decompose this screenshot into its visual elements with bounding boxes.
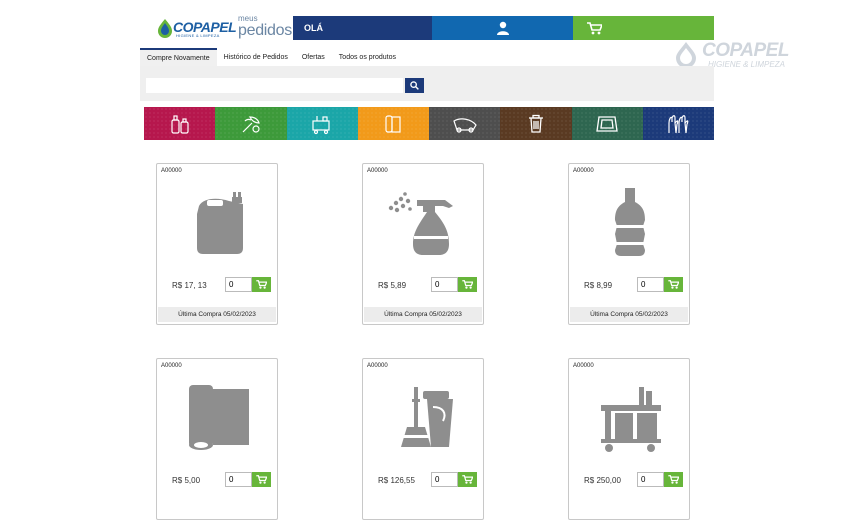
category-bar xyxy=(144,107,714,140)
pedidos-label: pedidos xyxy=(238,22,292,39)
product-code: A00000 xyxy=(161,363,182,369)
greeting: OLÁ xyxy=(293,16,432,40)
top-bar: OLÁ xyxy=(293,16,714,40)
quantity-input[interactable] xyxy=(431,277,458,292)
logo-subtitle: HIGIENE & LIMPEZA xyxy=(176,33,220,38)
add-to-cart-button[interactable] xyxy=(664,277,683,292)
category-cleaning-cart[interactable] xyxy=(286,107,358,140)
tab-todos-os-produtos[interactable]: Todos os produtos xyxy=(332,48,403,66)
product-price: R$ 250,00 xyxy=(584,476,621,485)
meus-pedidos-logo[interactable]: meus pedidos xyxy=(238,15,292,39)
category-paper[interactable] xyxy=(357,107,429,140)
product-code: A00000 xyxy=(161,168,182,174)
watermark-subtitle: HIGIENE & LIMPEZA xyxy=(708,60,785,69)
cart-icon xyxy=(587,21,602,34)
product-code: A00000 xyxy=(573,363,594,369)
cart-icon xyxy=(462,280,473,289)
garden-icon xyxy=(242,115,260,133)
product-price: R$ 5,00 xyxy=(172,476,201,485)
search-icon xyxy=(410,81,419,90)
jerrycan-icon xyxy=(197,192,243,254)
product-price: R$ 5,89 xyxy=(378,281,407,290)
user-button[interactable] xyxy=(432,16,573,40)
last-purchase: Última Compra 05/02/2023 xyxy=(158,307,276,322)
category-gloves[interactable] xyxy=(642,107,714,140)
paper-towel-icon xyxy=(189,385,249,450)
mop-bucket-icon xyxy=(401,387,453,447)
last-purchase: Última Compra 05/02/2023 xyxy=(364,307,482,322)
category-trash[interactable] xyxy=(500,107,572,140)
search-button[interactable] xyxy=(405,78,424,93)
product-code: A00000 xyxy=(367,168,388,174)
user-icon xyxy=(496,21,509,35)
add-to-cart-button[interactable] xyxy=(458,277,477,292)
floor-machine-icon xyxy=(452,117,477,133)
cleaning-cart-icon xyxy=(312,115,330,134)
paper-roll-icon xyxy=(385,114,401,133)
tray-icon xyxy=(596,115,618,132)
product-code: A00000 xyxy=(367,363,388,369)
bottles-icon xyxy=(171,114,189,134)
logo-drop-icon xyxy=(158,19,172,38)
product-card[interactable]: A00000 R$ 5,00 xyxy=(156,358,278,520)
tab-ofertas[interactable]: Ofertas xyxy=(295,48,332,66)
add-to-cart-button[interactable] xyxy=(252,277,271,292)
cart-icon xyxy=(256,280,267,289)
product-card[interactable]: A00000 R$ 8,99 Última Compra 05/02/2023 xyxy=(568,163,690,325)
product-card[interactable]: A00000 R$ 250,00 xyxy=(568,358,690,520)
quantity-input[interactable] xyxy=(637,277,664,292)
tab-bar: Compre Novamente Histórico de Pedidos Of… xyxy=(140,48,403,66)
category-garden[interactable] xyxy=(215,107,287,140)
product-price: R$ 126,55 xyxy=(378,476,415,485)
category-trays[interactable] xyxy=(571,107,643,140)
gloves-icon xyxy=(668,114,689,133)
spray-bottle-icon xyxy=(388,192,453,255)
detergent-bottle-icon xyxy=(615,188,645,256)
cart-icon xyxy=(668,280,679,289)
search-input[interactable] xyxy=(146,78,403,93)
product-card[interactable]: A00000 R$ 126,55 xyxy=(362,358,484,520)
product-card[interactable]: A00000 R$ 17, 13 Última Compra 05/02/202… xyxy=(156,163,278,325)
tab-compre-novamente[interactable]: Compre Novamente xyxy=(140,48,217,66)
product-code: A00000 xyxy=(573,168,594,174)
category-bottles[interactable] xyxy=(144,107,216,140)
watermark-name: COPAPEL xyxy=(702,40,789,61)
greeting-text: OLÁ xyxy=(304,23,323,33)
quantity-input[interactable] xyxy=(225,277,252,292)
product-price: R$ 8,99 xyxy=(584,281,613,290)
product-price: R$ 17, 13 xyxy=(172,281,207,290)
cart-button[interactable] xyxy=(573,16,714,40)
janitor-cart-icon xyxy=(601,387,661,452)
product-card[interactable]: A00000 R$ 5,89 Última Compra 05/02/2023 xyxy=(362,163,484,325)
category-machines[interactable] xyxy=(429,107,501,140)
tab-historico-de-pedidos[interactable]: Histórico de Pedidos xyxy=(217,48,295,66)
trash-bin-icon xyxy=(528,114,543,133)
last-purchase: Última Compra 05/02/2023 xyxy=(570,307,688,322)
watermark-drop-icon xyxy=(676,42,696,68)
